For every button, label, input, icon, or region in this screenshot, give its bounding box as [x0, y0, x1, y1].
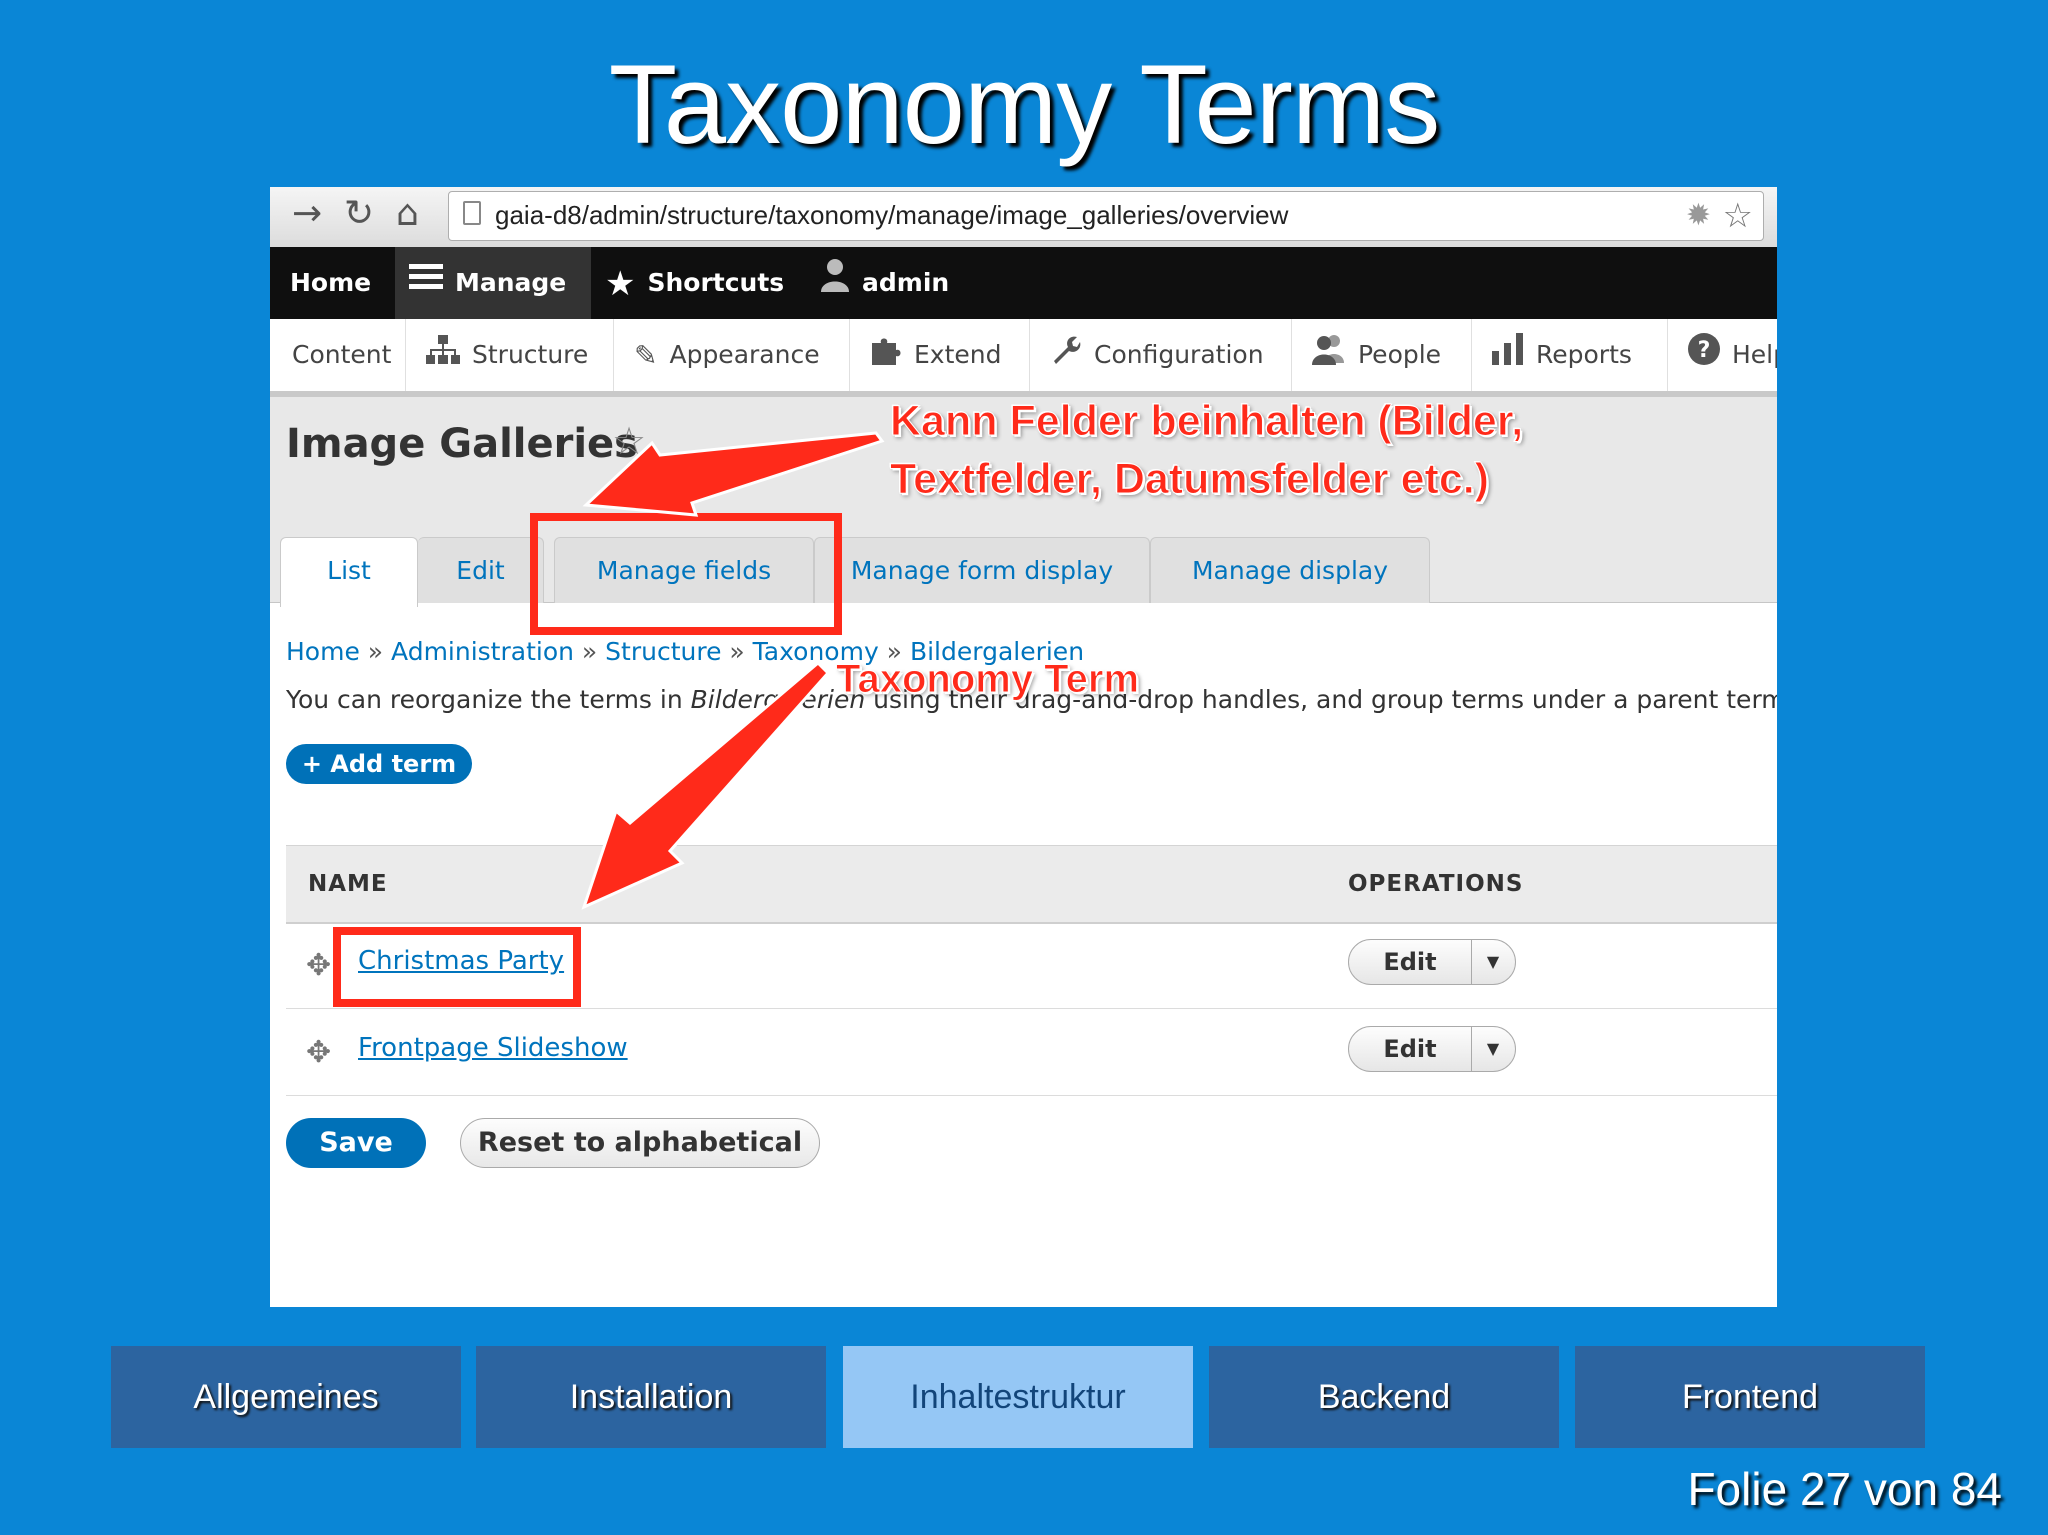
browser-screenshot: → ↻ ⌂ gaia-d8/admin/structure/taxonomy/m…	[270, 187, 1777, 1307]
nav-allgemeines[interactable]: Allgemeines	[111, 1346, 461, 1448]
nav-backend[interactable]: Backend	[1209, 1346, 1559, 1448]
nav-inhaltestruktur[interactable]: Inhaltestruktur	[843, 1346, 1193, 1448]
arrow-to-manage-fields	[582, 431, 885, 517]
slide-title: Taxonomy Terms	[608, 42, 1440, 167]
annotation-arrows	[581, 431, 885, 910]
nav-installation[interactable]: Installation	[476, 1346, 826, 1448]
annotation-fields: Kann Felder beinhalten (Bilder, Textfeld…	[889, 392, 1524, 508]
slide-counter: Folie 27 von 84	[1687, 1463, 2002, 1515]
annotation-fields-line2: Textfelder, Datumsfelder etc.)	[889, 455, 1489, 504]
annotation-taxonomy-term: Taxonomy Term	[835, 657, 1140, 702]
nav-frontend[interactable]: Frontend	[1575, 1346, 1925, 1448]
arrow-to-term	[581, 660, 831, 910]
annotation-fields-line1: Kann Felder beinhalten (Bilder,	[889, 397, 1524, 446]
